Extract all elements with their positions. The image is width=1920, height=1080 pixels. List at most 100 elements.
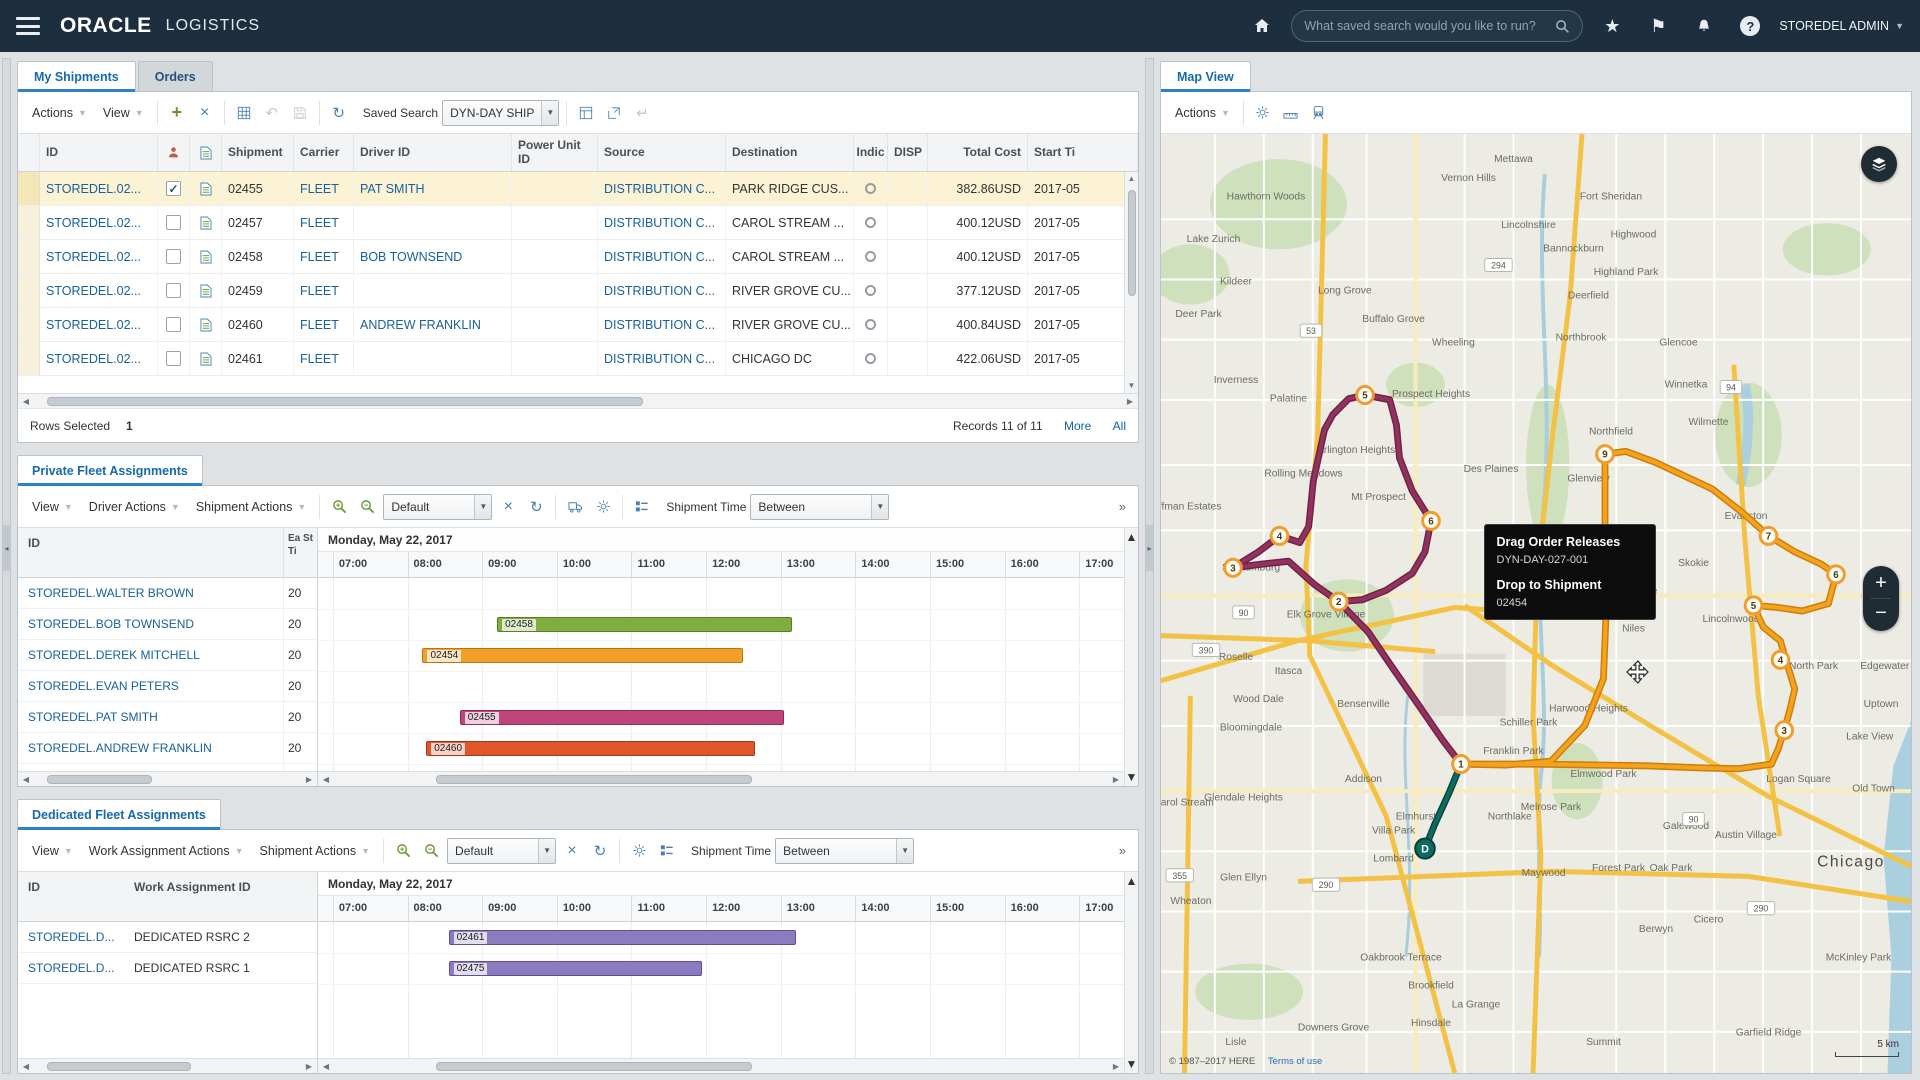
- detach-icon[interactable]: [602, 101, 626, 125]
- driver-actions-menu[interactable]: Driver Actions▼: [83, 496, 186, 518]
- scroll-left-icon[interactable]: ◀: [318, 1062, 334, 1071]
- driver-id-link[interactable]: STOREDEL.DEREK MITCHELL: [18, 648, 283, 662]
- row-selector[interactable]: [18, 172, 40, 205]
- driver-row[interactable]: STOREDEL.MICHAEL MARTIN20: [18, 764, 317, 771]
- view-menu[interactable]: View▼: [26, 496, 79, 518]
- map-stop-marker-5[interactable]: 5: [1357, 387, 1374, 404]
- pfa-timeline-hscrollbar[interactable]: ◀ ▶: [318, 771, 1124, 786]
- transit-modes-icon[interactable]: [1307, 101, 1331, 125]
- pfa-extra-header[interactable]: Ea St Ti: [283, 528, 317, 577]
- scroll-up-icon[interactable]: ▲: [1126, 530, 1138, 544]
- shipment-id-link[interactable]: STOREDEL.02...: [40, 172, 158, 205]
- clear-icon[interactable]: ×: [496, 495, 520, 519]
- shipment-row[interactable]: STOREDEL.02...02460FLEETANDREW FRANKLIND…: [18, 308, 1138, 342]
- gear-icon[interactable]: [627, 839, 651, 863]
- scroll-left-icon[interactable]: ◀: [18, 1062, 34, 1071]
- carrier-link[interactable]: FLEET: [294, 308, 354, 341]
- scroll-down-icon[interactable]: ▼: [1128, 381, 1136, 391]
- shipment-id-link[interactable]: STOREDEL.02...: [40, 240, 158, 273]
- notifications-bell-icon[interactable]: [1687, 9, 1721, 43]
- header-driver-assign-icon[interactable]: [158, 134, 190, 171]
- driver-link[interactable]: BOB TOWNSEND: [354, 240, 512, 273]
- header-destination[interactable]: Destination: [726, 134, 854, 171]
- table-view-icon[interactable]: [574, 101, 598, 125]
- scroll-left-icon[interactable]: ◀: [18, 397, 34, 406]
- save-icon[interactable]: [288, 101, 312, 125]
- scroll-down-icon[interactable]: ▼: [1126, 1057, 1138, 1071]
- row-selector[interactable]: [18, 240, 40, 273]
- legend-icon[interactable]: [630, 495, 654, 519]
- dfa-id-header[interactable]: ID: [18, 872, 128, 921]
- dfa-work-assignment-header[interactable]: Work Assignment ID: [128, 872, 317, 921]
- row-document-icon[interactable]: [190, 172, 222, 205]
- map-stop-marker-6[interactable]: 6: [1423, 512, 1440, 529]
- shipment-row[interactable]: STOREDEL.02...02457FLEETDISTRIBUTION C..…: [18, 206, 1138, 240]
- zoom-in-icon[interactable]: [391, 839, 415, 863]
- row-checkbox[interactable]: [166, 215, 181, 230]
- driver-row[interactable]: STOREDEL.EVAN PETERS20: [18, 671, 317, 702]
- scroll-right-icon[interactable]: ▶: [301, 775, 317, 784]
- source-link[interactable]: DISTRIBUTION C...: [598, 274, 726, 307]
- row-document-icon[interactable]: [190, 274, 222, 307]
- carrier-link[interactable]: FLEET: [294, 342, 354, 375]
- scroll-up-icon[interactable]: ▲: [1126, 874, 1138, 888]
- shipment-time-dropdown[interactable]: Between ▼: [750, 494, 889, 520]
- header-source[interactable]: Source: [598, 134, 726, 171]
- refresh-icon[interactable]: ↻: [588, 839, 612, 863]
- zoom-level-dropdown[interactable]: Default ▼: [447, 838, 556, 864]
- map-stop-marker-6[interactable]: 6: [1828, 566, 1845, 583]
- flag-icon[interactable]: ⚑: [1641, 9, 1675, 43]
- mass-update-icon[interactable]: [232, 101, 256, 125]
- source-link[interactable]: DISTRIBUTION C...: [598, 206, 726, 239]
- map-stop-marker-4[interactable]: 4: [1772, 651, 1789, 668]
- row-selector[interactable]: [18, 274, 40, 307]
- hamburger-menu-icon[interactable]: [16, 17, 40, 35]
- zoom-out-button[interactable]: −: [1863, 599, 1899, 628]
- gantt-bar-02475[interactable]: 02475: [449, 961, 703, 976]
- gantt-bar-02460[interactable]: 02460: [426, 741, 754, 756]
- pfa-vscrollbar[interactable]: ▲ ▼: [1124, 528, 1138, 786]
- driver-id-link[interactable]: STOREDEL.PAT SMITH: [18, 710, 283, 724]
- legend-icon[interactable]: [655, 839, 679, 863]
- scrollbar-thumb[interactable]: [1128, 546, 1136, 668]
- collapse-left-handle[interactable]: ◂: [3, 525, 10, 571]
- map-canvas[interactable]: Hawthorn WoodsLake ZurichKildeerDeer Par…: [1161, 134, 1911, 1073]
- gear-icon[interactable]: [591, 495, 615, 519]
- scrollbar-thumb[interactable]: [1128, 190, 1136, 296]
- scroll-right-icon[interactable]: ▶: [1108, 775, 1124, 784]
- driver-id-link[interactable]: STOREDEL.EVAN PETERS: [18, 679, 283, 693]
- row-checkbox[interactable]: [166, 181, 181, 196]
- saved-search-dropdown[interactable]: DYN-DAY SHIP ▼: [442, 100, 559, 126]
- tab-map-view[interactable]: Map View: [1160, 61, 1251, 91]
- tab-dedicated-fleet-assignments[interactable]: Dedicated Fleet Assignments: [17, 799, 221, 829]
- scrollbar-thumb[interactable]: [1128, 890, 1136, 1006]
- work-assignment-id-link[interactable]: STOREDEL.D...: [18, 930, 128, 944]
- map-stop-marker-D[interactable]: D: [1415, 839, 1435, 859]
- map-stop-marker-2[interactable]: 2: [1330, 593, 1347, 610]
- terms-of-use-link[interactable]: Terms of use: [1268, 1056, 1322, 1067]
- scroll-right-icon[interactable]: ▶: [1108, 1062, 1124, 1071]
- work-assignment-id-link[interactable]: STOREDEL.D...: [18, 961, 128, 975]
- header-power-unit-id[interactable]: Power Unit ID: [512, 134, 598, 171]
- search-icon[interactable]: [1555, 19, 1570, 34]
- row-document-icon[interactable]: [190, 206, 222, 239]
- view-menu[interactable]: View▼: [97, 102, 150, 124]
- tab-my-shipments[interactable]: My Shipments: [17, 61, 136, 91]
- clear-icon[interactable]: ×: [560, 839, 584, 863]
- shipment-id-link[interactable]: STOREDEL.02...: [40, 274, 158, 307]
- map-stop-marker-9[interactable]: 9: [1597, 446, 1614, 463]
- scrollbar-thumb[interactable]: [436, 1062, 752, 1071]
- driver-row[interactable]: STOREDEL.ANDREW FRANKLIN20: [18, 733, 317, 764]
- map-stop-marker-5[interactable]: 5: [1745, 597, 1762, 614]
- shipment-actions-menu[interactable]: Shipment Actions▼: [190, 496, 313, 518]
- map-stop-marker-4[interactable]: 4: [1271, 527, 1288, 544]
- shipment-id-link[interactable]: STOREDEL.02...: [40, 206, 158, 239]
- view-menu[interactable]: View▼: [26, 840, 79, 862]
- shipment-actions-menu[interactable]: Shipment Actions▼: [254, 840, 377, 862]
- scrollbar-thumb[interactable]: [47, 1062, 192, 1071]
- global-search-input[interactable]: [1304, 19, 1547, 33]
- shipment-id-link[interactable]: STOREDEL.02...: [40, 342, 158, 375]
- scroll-down-icon[interactable]: ▼: [1126, 770, 1138, 784]
- scroll-up-icon[interactable]: ▲: [1128, 174, 1136, 184]
- header-indic[interactable]: Indic: [854, 134, 888, 171]
